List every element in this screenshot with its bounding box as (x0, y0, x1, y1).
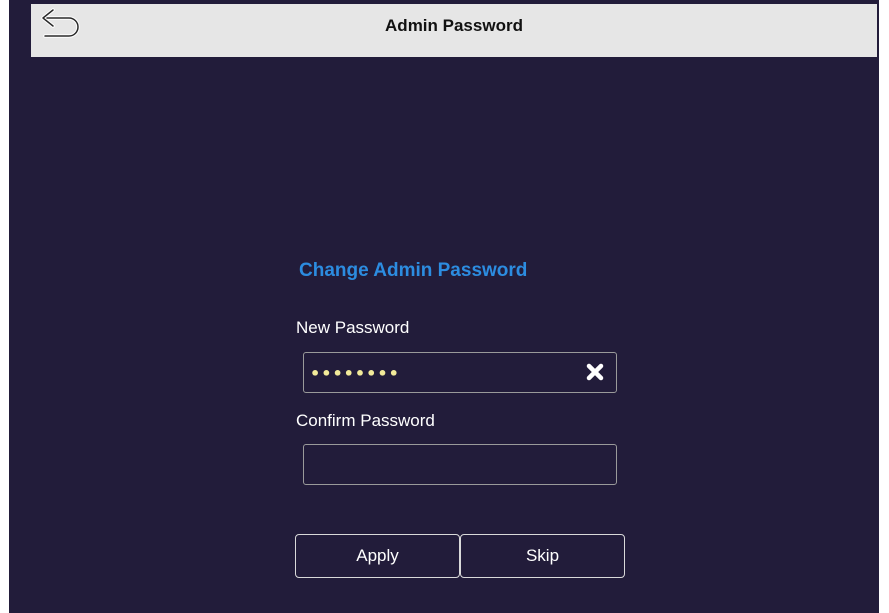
header-bar: Admin Password (31, 4, 877, 57)
confirm-password-field[interactable] (303, 444, 617, 485)
page-title: Admin Password (385, 16, 523, 35)
apply-button[interactable]: Apply (295, 534, 460, 578)
new-password-field[interactable] (303, 352, 617, 393)
new-password-input[interactable] (310, 361, 570, 385)
confirm-password-input[interactable] (310, 453, 570, 477)
skip-button[interactable]: Skip (460, 534, 625, 578)
confirm-password-label: Confirm Password (296, 411, 435, 430)
form-heading: Change Admin Password (299, 260, 528, 281)
close-icon (586, 363, 604, 381)
new-password-label: New Password (296, 318, 410, 337)
clear-password-button[interactable] (586, 363, 604, 381)
screen-background (9, 0, 879, 613)
